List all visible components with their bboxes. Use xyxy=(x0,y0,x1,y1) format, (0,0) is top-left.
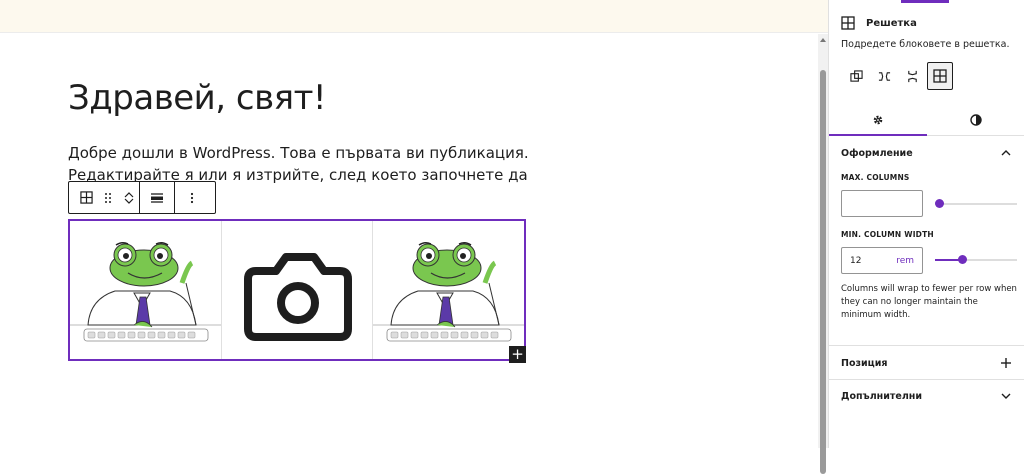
styles-contrast-icon xyxy=(970,113,982,126)
scroll-up-arrow-icon[interactable] xyxy=(820,38,826,42)
max-columns-label: MAX. COLUMNS xyxy=(841,173,910,182)
post-paragraph[interactable]: Добре дошли в WordPress. Това е първата … xyxy=(68,142,548,186)
group-icon xyxy=(849,69,863,82)
move-down-icon[interactable] xyxy=(124,198,134,205)
grid-cell-frog-1[interactable] xyxy=(70,221,222,359)
block-card-description: Подредете блоковете в решетка. xyxy=(841,39,1010,50)
editor-top-band xyxy=(0,0,828,33)
sidebar-top-tab-indicator xyxy=(901,0,949,3)
panel-divider xyxy=(829,379,1024,380)
max-columns-input[interactable] xyxy=(841,190,923,217)
max-columns-slider[interactable] xyxy=(935,199,1017,209)
move-up-icon[interactable] xyxy=(124,191,134,198)
add-block-button[interactable]: + xyxy=(509,346,526,363)
min-column-width-value: 12 xyxy=(850,255,862,266)
grid-cell-image-placeholder[interactable] xyxy=(222,221,374,359)
block-toolbar xyxy=(68,181,216,214)
grid-icon xyxy=(841,16,855,30)
layout-panel-title[interactable]: Оформление xyxy=(841,148,913,159)
grid-icon[interactable] xyxy=(75,182,97,213)
tab-styles[interactable] xyxy=(927,104,1024,135)
block-toolbar-more-group xyxy=(174,182,209,213)
settings-gear-icon xyxy=(873,115,883,124)
frog-mascot-image xyxy=(373,241,525,342)
editor-scrollbar[interactable] xyxy=(818,34,828,474)
stack-icon xyxy=(907,70,917,82)
post-title[interactable]: Здравей, свят! xyxy=(68,78,327,118)
advanced-panel-title[interactable]: Допълнителни xyxy=(841,391,922,402)
unit-select[interactable]: rem xyxy=(896,256,914,266)
move-buttons xyxy=(119,182,139,213)
plus-icon[interactable] xyxy=(999,356,1013,370)
panel-divider xyxy=(829,345,1024,346)
row-variation-button[interactable] xyxy=(871,62,897,90)
grid-block[interactable] xyxy=(68,219,526,361)
block-toolbar-primary-group xyxy=(69,182,139,213)
grid-cell-frog-2[interactable] xyxy=(373,221,525,359)
align-icon[interactable] xyxy=(146,182,168,213)
drag-handle-icon[interactable] xyxy=(97,182,119,213)
sidebar-tabs xyxy=(829,104,1024,136)
block-card-title: Решетка xyxy=(866,18,917,29)
chevron-up-icon[interactable] xyxy=(999,146,1013,160)
slider-thumb[interactable] xyxy=(935,199,944,208)
scrollbar-thumb[interactable] xyxy=(820,70,826,474)
chevron-down-icon[interactable] xyxy=(999,389,1013,403)
tab-settings[interactable] xyxy=(829,104,927,136)
min-column-width-input[interactable]: 12 rem xyxy=(841,247,923,274)
frog-mascot-image xyxy=(70,241,221,342)
more-options-icon[interactable] xyxy=(181,182,203,213)
min-column-width-slider[interactable] xyxy=(935,255,1017,265)
editor-canvas: Здравей, свят! Добре дошли в WordPress. … xyxy=(0,0,828,474)
min-width-help-text: Columns will wrap to fewer per row when … xyxy=(841,284,1017,320)
camera-placeholder-icon xyxy=(243,253,352,341)
settings-sidebar: Решетка Подредете блоковете в решетка. О… xyxy=(828,0,1024,448)
slider-track xyxy=(935,203,1017,205)
position-panel-title[interactable]: Позиция xyxy=(841,358,887,369)
slider-thumb[interactable] xyxy=(957,255,967,264)
grid-variation-button[interactable] xyxy=(927,62,953,90)
min-column-width-label: MIN. COLUMN WIDTH xyxy=(841,230,934,239)
group-variation-button[interactable] xyxy=(843,62,869,90)
stack-variation-button[interactable] xyxy=(899,62,925,90)
block-toolbar-align-group xyxy=(139,182,174,213)
row-icon xyxy=(878,71,890,81)
grid-icon xyxy=(933,69,947,83)
layout-variations xyxy=(843,62,955,90)
